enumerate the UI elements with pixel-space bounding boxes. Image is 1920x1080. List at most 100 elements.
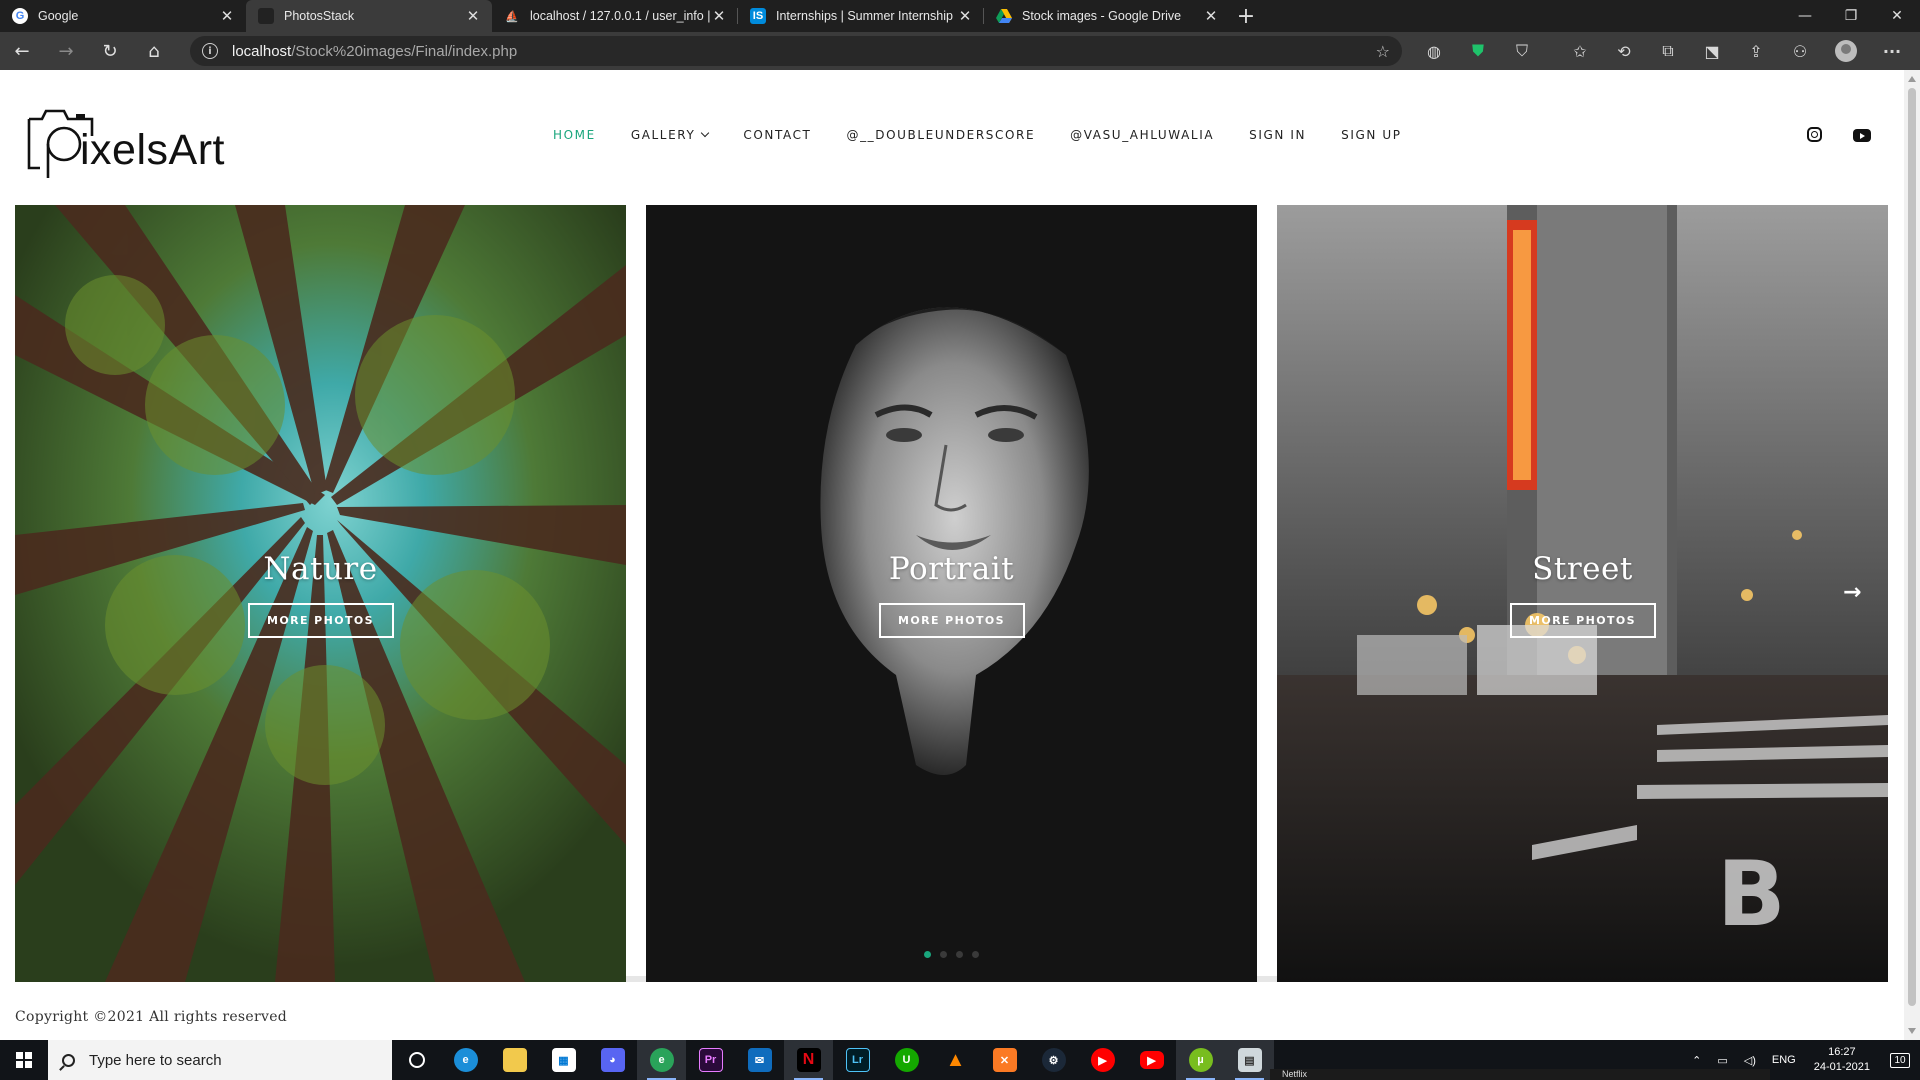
vlc-icon[interactable]: ▲ bbox=[931, 1040, 980, 1080]
url-host: localhost bbox=[232, 42, 292, 60]
network-icon[interactable]: ▭ bbox=[1709, 1054, 1735, 1067]
nav-vasu-ahluwalia[interactable]: @VASU_AHLUWALIA bbox=[1070, 128, 1214, 142]
volume-icon[interactable]: ◁) bbox=[1736, 1054, 1764, 1067]
steam-icon[interactable]: ⚙ bbox=[1029, 1040, 1078, 1080]
taskbar-search[interactable]: Type here to search bbox=[48, 1040, 392, 1080]
lightroom-icon[interactable]: Lr bbox=[833, 1040, 882, 1080]
nav-sign-in[interactable]: SIGN IN bbox=[1249, 128, 1306, 142]
clock-date: 24-01-2021 bbox=[1813, 1061, 1870, 1073]
slider-dot[interactable] bbox=[940, 951, 947, 958]
scroll-up-icon[interactable] bbox=[1908, 76, 1916, 82]
more-photos-button[interactable]: MORE PHOTOS bbox=[247, 603, 394, 638]
netflix-preview-popup[interactable]: Netflix bbox=[1270, 1069, 1770, 1080]
back-icon[interactable]: ← bbox=[0, 32, 44, 70]
more-menu-icon[interactable]: ··· bbox=[1870, 32, 1914, 70]
photosstack-icon bbox=[258, 8, 274, 24]
language-indicator[interactable]: ENG bbox=[1764, 1054, 1804, 1066]
nav-gallery[interactable]: GALLERY bbox=[631, 128, 710, 142]
extension-shield-icon[interactable]: ⛊ bbox=[1456, 32, 1500, 70]
gallery-card-nature[interactable]: Nature MORE PHOTOS bbox=[15, 205, 626, 982]
tab-title: Stock images - Google Drive bbox=[1022, 9, 1182, 23]
slider-dots bbox=[924, 951, 979, 958]
close-tab-icon[interactable]: ✕ bbox=[956, 7, 974, 25]
restore-icon[interactable]: ❐ bbox=[1828, 0, 1874, 32]
netflix-icon[interactable]: N bbox=[784, 1040, 833, 1080]
nav-home[interactable]: HOME bbox=[553, 128, 596, 142]
file-explorer-icon[interactable] bbox=[490, 1040, 539, 1080]
forward-icon[interactable]: → bbox=[44, 32, 88, 70]
main-nav: HOME GALLERY CONTACT @__DOUBLEUNDERSCORE… bbox=[553, 128, 1402, 142]
site-logo[interactable]: ixelsArt bbox=[26, 106, 226, 178]
home-icon[interactable]: ⌂ bbox=[132, 32, 176, 70]
clock[interactable]: 16:27 24-01-2021 bbox=[1804, 1045, 1880, 1075]
instagram-icon[interactable] bbox=[1807, 127, 1822, 142]
favorites-icon[interactable]: ✩ bbox=[1558, 32, 1602, 70]
chevron-up-icon[interactable]: ⌃ bbox=[1684, 1054, 1709, 1067]
extension-ublock-icon[interactable]: ⛉ bbox=[1500, 32, 1544, 70]
extension-globe-icon[interactable]: ◍ bbox=[1412, 32, 1456, 70]
tab-google-drive[interactable]: Stock images - Google Drive ✕ bbox=[984, 0, 1230, 32]
site-info-icon[interactable]: i bbox=[202, 43, 218, 59]
tab-title: Google bbox=[38, 9, 79, 23]
upwork-icon[interactable]: U bbox=[882, 1040, 931, 1080]
close-tab-icon[interactable]: ✕ bbox=[1202, 7, 1220, 25]
start-button[interactable] bbox=[0, 1040, 48, 1080]
slider-dot[interactable] bbox=[924, 951, 931, 958]
nature-photo bbox=[15, 205, 626, 982]
edge-icon[interactable]: e bbox=[441, 1040, 490, 1080]
gallery-card-portrait[interactable]: Portrait MORE PHOTOS bbox=[646, 205, 1257, 982]
close-tab-icon[interactable]: ✕ bbox=[710, 7, 728, 25]
popup-title: Netflix bbox=[1282, 1069, 1308, 1079]
youtube-music-icon[interactable]: ▶ bbox=[1078, 1040, 1127, 1080]
nav-doubleunderscore[interactable]: @__DOUBLEUNDERSCORE bbox=[846, 128, 1035, 142]
url-path: /Stock%20images/Final/index.php bbox=[291, 42, 518, 60]
profile-avatar[interactable] bbox=[1824, 32, 1868, 70]
edge-dev-icon[interactable]: e bbox=[637, 1040, 686, 1080]
minimize-icon[interactable]: — bbox=[1782, 0, 1828, 32]
scroll-down-icon[interactable] bbox=[1908, 1028, 1916, 1034]
gallery-divider bbox=[1257, 976, 1277, 982]
task-view-icon[interactable] bbox=[392, 1040, 441, 1080]
add-favorite-icon[interactable]: ☆ bbox=[1376, 42, 1390, 61]
more-photos-button[interactable]: MORE PHOTOS bbox=[878, 603, 1025, 638]
web-page: ixelsArt HOME GALLERY CONTACT @__DOUBLEU… bbox=[0, 70, 1904, 1040]
mail-icon[interactable]: ✉ bbox=[735, 1040, 784, 1080]
youtube-icon[interactable] bbox=[1853, 129, 1871, 142]
extensions-icon[interactable]: ⚇ bbox=[1778, 32, 1822, 70]
youtube-icon[interactable]: ▶ bbox=[1127, 1040, 1176, 1080]
store-icon[interactable]: ▦ bbox=[539, 1040, 588, 1080]
utorrent-icon[interactable]: µ bbox=[1176, 1040, 1225, 1080]
slider-dot[interactable] bbox=[956, 951, 963, 958]
refresh-icon[interactable]: ↻ bbox=[88, 32, 132, 70]
slider-dot[interactable] bbox=[972, 951, 979, 958]
nav-sign-up[interactable]: SIGN UP bbox=[1341, 128, 1401, 142]
close-window-icon[interactable]: ✕ bbox=[1874, 0, 1920, 32]
street-photo: B bbox=[1277, 205, 1888, 982]
discord-icon[interactable]: ◕ bbox=[588, 1040, 637, 1080]
logo-text: ixelsArt bbox=[80, 126, 225, 174]
address-bar[interactable]: i localhost/Stock%20images/Final/index.p… bbox=[190, 36, 1402, 66]
nav-contact[interactable]: CONTACT bbox=[743, 128, 811, 142]
capture-icon[interactable]: ⬔ bbox=[1690, 32, 1734, 70]
close-tab-icon[interactable]: ✕ bbox=[464, 7, 482, 25]
tab-google[interactable]: G Google ✕ bbox=[0, 0, 246, 32]
google-icon: G bbox=[12, 8, 28, 24]
history-icon[interactable]: ⟲ bbox=[1602, 32, 1646, 70]
new-tab-button[interactable]: + bbox=[1230, 0, 1262, 32]
xampp-icon[interactable]: ✕ bbox=[980, 1040, 1029, 1080]
close-tab-icon[interactable]: ✕ bbox=[218, 7, 236, 25]
tab-title: PhotosStack bbox=[284, 9, 355, 23]
tab-internshala[interactable]: IS Internships | Summer Internship ✕ bbox=[738, 0, 984, 32]
page-scrollbar[interactable] bbox=[1904, 70, 1920, 1040]
premiere-icon[interactable]: Pr bbox=[686, 1040, 735, 1080]
collections-icon[interactable]: ⧉ bbox=[1646, 32, 1690, 70]
notepad-icon[interactable]: ▤ bbox=[1225, 1040, 1274, 1080]
tab-photosstack[interactable]: PhotosStack ✕ bbox=[246, 0, 492, 32]
notification-center-icon[interactable]: 10 bbox=[1880, 1040, 1920, 1080]
gallery-card-street[interactable]: B Street MORE PHOTOS bbox=[1277, 205, 1888, 982]
scrollbar-thumb[interactable] bbox=[1908, 88, 1916, 1006]
share-icon[interactable]: ⇪ bbox=[1734, 32, 1778, 70]
tab-phpmyadmin[interactable]: ⛵ localhost / 127.0.0.1 / user_info | ✕ bbox=[492, 0, 738, 32]
more-photos-button[interactable]: MORE PHOTOS bbox=[1509, 603, 1656, 638]
arrow-right-icon[interactable]: → bbox=[1843, 580, 1861, 605]
